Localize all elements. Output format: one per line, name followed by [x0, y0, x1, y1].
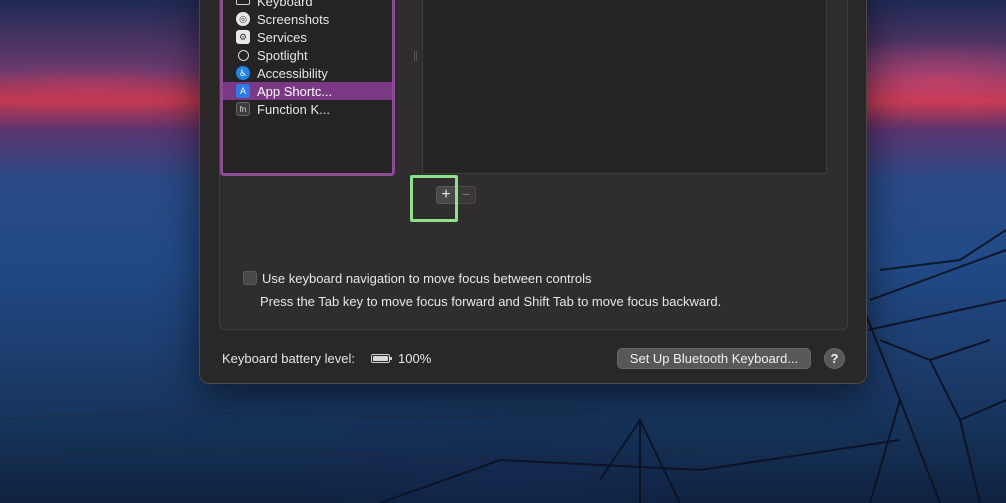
sidebar-item-label: Services — [257, 29, 307, 45]
shortcut-category-list[interactable]: Keyboard ◎ Screenshots ⚙ Services Spotli… — [220, 0, 395, 176]
setup-bluetooth-keyboard-button[interactable]: Set Up Bluetooth Keyboard... — [617, 348, 811, 369]
sidebar-item-label: Function K... — [257, 101, 330, 117]
sidebar-item-label: Keyboard — [257, 0, 313, 9]
split-view-handle[interactable] — [414, 51, 417, 61]
sidebar-item-label: Accessibility — [257, 65, 328, 81]
fn-key-icon: fn — [236, 102, 250, 116]
remove-shortcut-button[interactable]: − — [456, 186, 476, 204]
magnifier-icon — [236, 48, 250, 62]
sidebar-item-accessibility[interactable]: ♿ Accessibility — [223, 64, 392, 82]
help-button[interactable]: ? — [824, 348, 845, 369]
battery-level-label: Keyboard battery level: — [222, 351, 355, 366]
gear-icon: ⚙ — [236, 30, 250, 44]
sidebar-item-screenshots[interactable]: ◎ Screenshots — [223, 10, 392, 28]
keyboard-navigation-hint: Press the Tab key to move focus forward … — [260, 294, 722, 309]
keyboard-navigation-checkbox[interactable] — [243, 271, 257, 285]
sidebar-item-spotlight[interactable]: Spotlight — [223, 46, 392, 64]
battery-percent: 100% — [398, 351, 432, 366]
sidebar-item-app-shortcuts[interactable]: A App Shortc... — [223, 82, 392, 100]
app-store-icon: A — [236, 84, 250, 98]
keyboard-navigation-label[interactable]: Use keyboard navigation to move focus be… — [262, 271, 592, 286]
sidebar-item-function-keys[interactable]: fn Function K... — [223, 100, 392, 118]
sidebar-item-label: App Shortc... — [257, 83, 333, 99]
sidebar-item-label: Screenshots — [257, 11, 330, 27]
focus-highlight — [410, 175, 458, 222]
accessibility-icon: ♿ — [236, 66, 250, 80]
sidebar-item-services[interactable]: ⚙ Services — [223, 28, 392, 46]
sidebar-item-label: Spotlight — [257, 47, 308, 63]
shortcut-table[interactable] — [422, 0, 827, 174]
keyboard-preferences-window: Keyboard ◎ Screenshots ⚙ Services Spotli… — [199, 0, 867, 384]
battery-icon — [371, 354, 392, 363]
keyboard-icon — [236, 0, 250, 5]
sidebar-item-keyboard[interactable]: Keyboard — [223, 0, 392, 10]
screenshot-icon: ◎ — [236, 12, 250, 26]
